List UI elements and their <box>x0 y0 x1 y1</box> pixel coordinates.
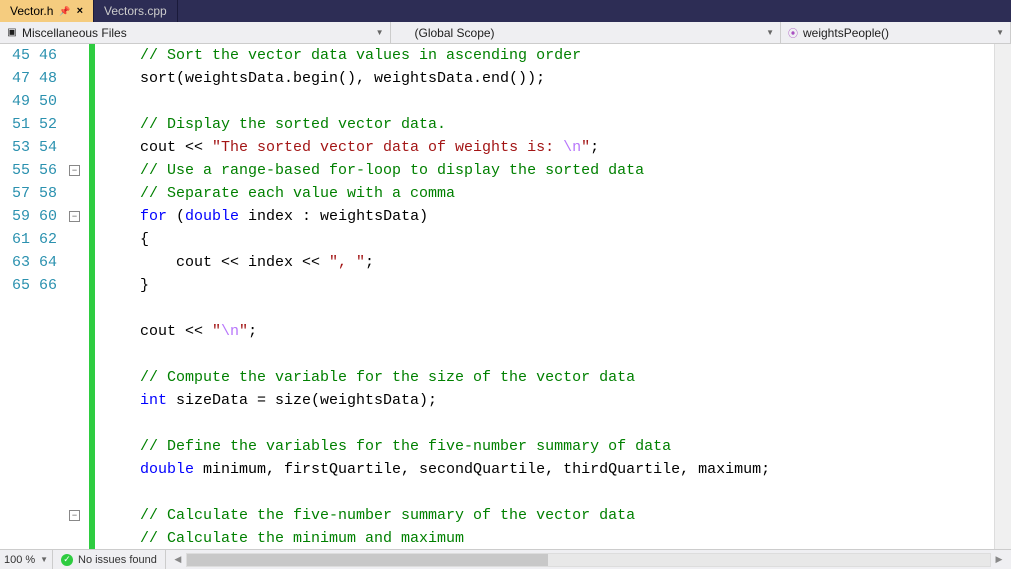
chevron-down-icon: ▼ <box>996 28 1004 37</box>
project-label: Miscellaneous Files <box>22 26 127 40</box>
csharp-file-icon: ▣ <box>6 27 18 39</box>
project-dropdown[interactable]: ▣ Miscellaneous Files ▼ <box>0 22 391 43</box>
tab-label: Vector.h <box>10 4 53 18</box>
tab-label: Vectors.cpp <box>104 4 167 18</box>
check-circle-icon: ✓ <box>61 554 73 566</box>
status-bar: 100 % ▼ ✓ No issues found ◀ ▶ <box>0 549 1011 569</box>
issues-indicator[interactable]: ✓ No issues found <box>53 550 166 569</box>
line-number-gutter: 45 46 47 48 49 50 51 52 53 54 55 56 57 5… <box>0 44 65 549</box>
close-icon[interactable]: × <box>77 5 83 17</box>
outline-toggle[interactable]: − <box>69 211 80 222</box>
editor-area: 45 46 47 48 49 50 51 52 53 54 55 56 57 5… <box>0 44 1011 549</box>
outline-toggle[interactable]: − <box>69 165 80 176</box>
scroll-right-icon[interactable]: ▶ <box>991 554 1007 565</box>
outline-margin: − − − <box>65 44 89 549</box>
issues-label: No issues found <box>78 554 157 566</box>
horizontal-scrollbar[interactable]: ◀ ▶ <box>166 550 1011 569</box>
scope-label: (Global Scope) <box>415 26 495 40</box>
zoom-dropdown[interactable]: 100 % ▼ <box>0 550 53 569</box>
tab-strip: Vector.h 📌 × Vectors.cpp <box>0 0 1011 22</box>
tab-vector-h[interactable]: Vector.h 📌 × <box>0 0 94 22</box>
zoom-label: 100 % <box>4 554 35 566</box>
outline-toggle[interactable]: − <box>69 510 80 521</box>
tab-vectors-cpp[interactable]: Vectors.cpp <box>94 0 178 22</box>
chevron-down-icon: ▼ <box>376 28 384 37</box>
member-label: weightsPeople() <box>803 26 889 40</box>
vertical-scrollbar[interactable] <box>994 44 1011 549</box>
code-editor[interactable]: // Sort the vector data values in ascend… <box>95 44 994 549</box>
scroll-left-icon[interactable]: ◀ <box>170 554 186 565</box>
chevron-down-icon: ▼ <box>40 555 48 564</box>
scope-dropdown[interactable]: (Global Scope) ▼ <box>391 22 782 43</box>
pin-icon[interactable]: 📌 <box>59 6 70 17</box>
scroll-thumb[interactable] <box>187 554 548 566</box>
member-dropdown[interactable]: ⦿ weightsPeople() ▼ <box>781 22 1011 43</box>
scroll-track[interactable] <box>186 553 991 567</box>
method-icon: ⦿ <box>787 27 799 39</box>
scope-bar: ▣ Miscellaneous Files ▼ (Global Scope) ▼… <box>0 22 1011 44</box>
chevron-down-icon: ▼ <box>766 28 774 37</box>
